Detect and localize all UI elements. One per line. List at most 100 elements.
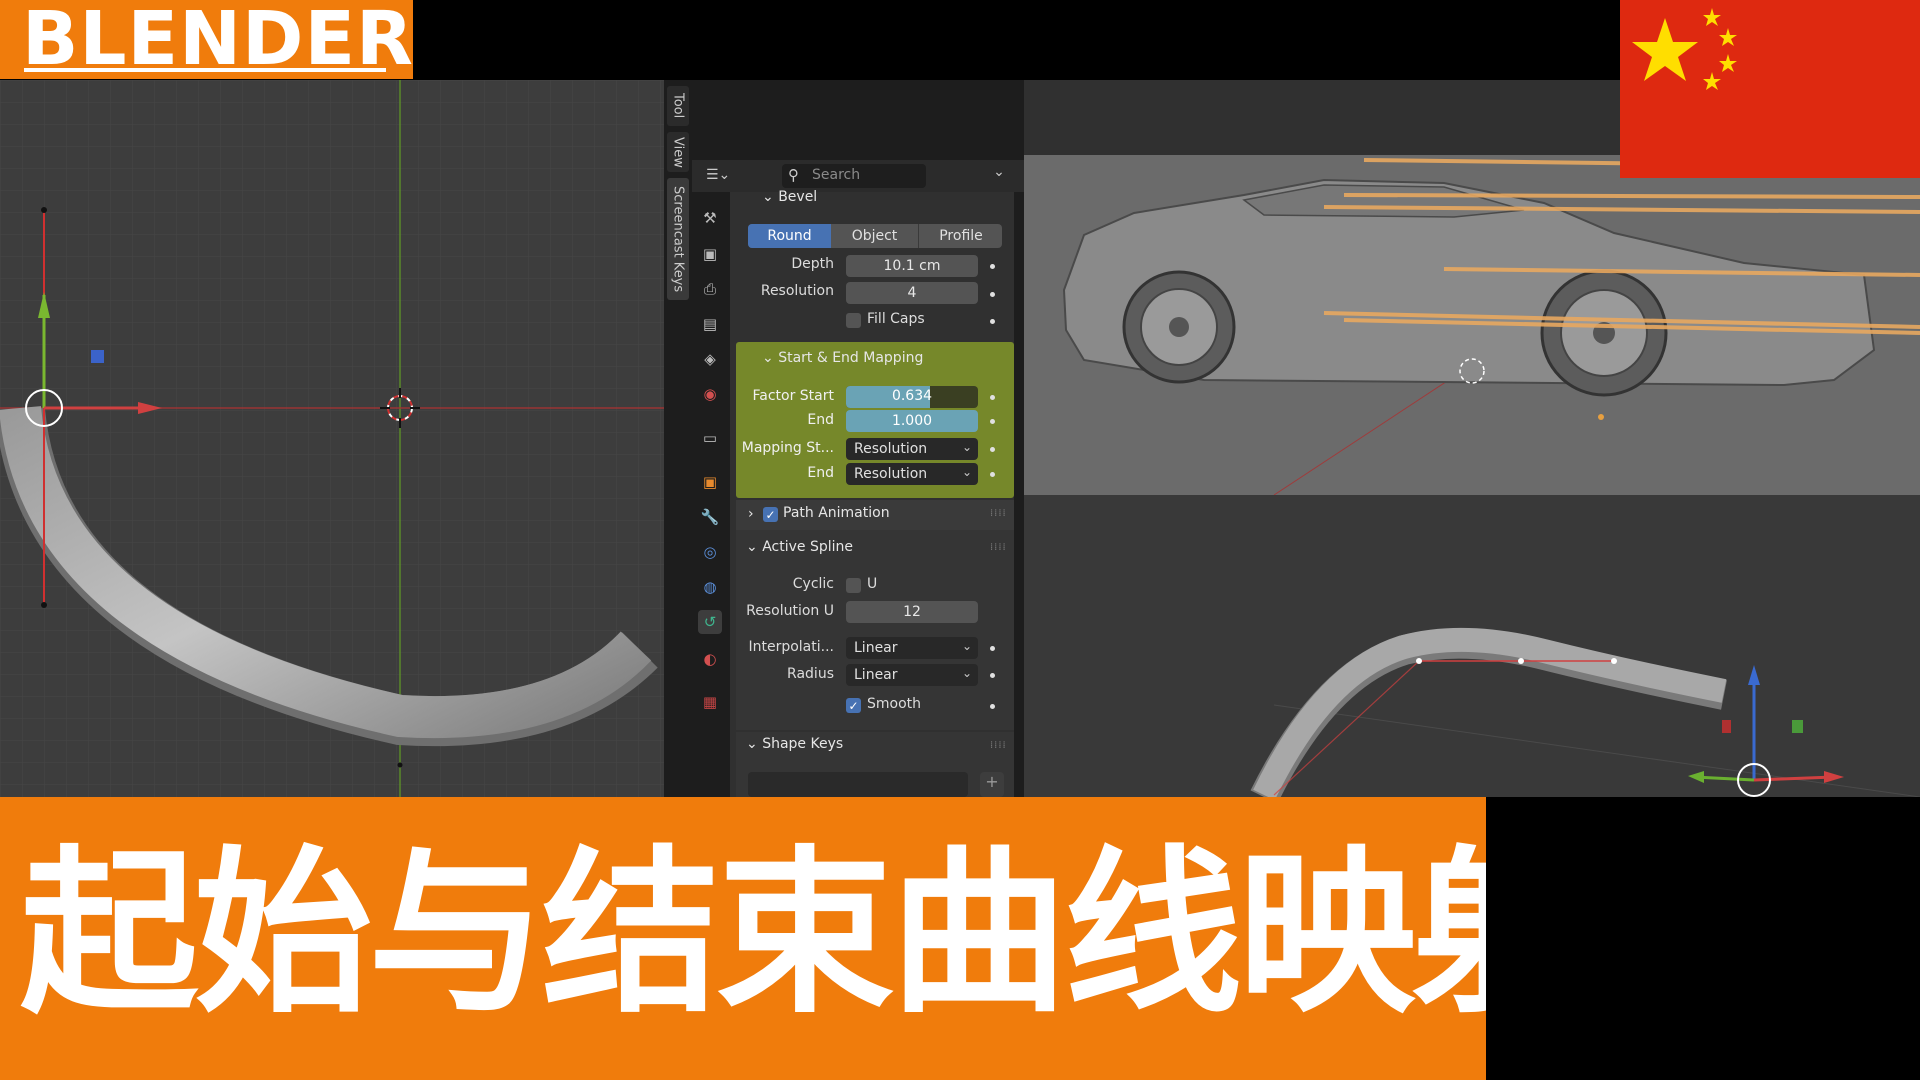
properties-tabs: ⚒ ▣ ⎙ ▤ ◈ ◉ ▭ ▣ 🔧 ◎ ◍ ↺ ◐ ▦ <box>692 192 728 797</box>
chevron-down-icon: ⌄ <box>961 639 972 653</box>
keyframe-dot-icon[interactable] <box>990 264 995 269</box>
keyframe-dot-icon[interactable] <box>990 447 995 452</box>
depth-field[interactable]: 10.1 cm <box>846 255 978 277</box>
start-end-mapping-header[interactable]: ⌄ Start & End Mapping <box>762 350 923 366</box>
interpolation-value: Linear <box>854 640 898 656</box>
mapping-end-value: Resolution <box>854 466 928 482</box>
particles-icon[interactable]: ◎ <box>698 540 722 564</box>
view-layer-icon[interactable]: ▤ <box>698 312 722 336</box>
gizmo-x-handle <box>1722 720 1731 733</box>
curve-data-icon[interactable]: ↺ <box>698 610 722 634</box>
scene-icon[interactable]: ◈ <box>698 347 722 371</box>
material-icon[interactable]: ◐ <box>698 647 722 671</box>
mapping-start-dropdown[interactable]: Resolution ⌄ <box>846 438 978 460</box>
path-animation-label: Path Animation <box>783 505 890 521</box>
keyframe-dot-icon[interactable] <box>990 292 995 297</box>
china-flag <box>1620 0 1920 178</box>
radius-dropdown[interactable]: Linear ⌄ <box>846 664 978 686</box>
curve-3d-viewport[interactable] <box>1024 495 1920 797</box>
chevron-down-icon: ⌄ <box>961 465 972 479</box>
resolution-u-label: Resolution U <box>746 603 834 619</box>
keyframe-dot-icon[interactable] <box>990 704 995 709</box>
render-icon[interactable]: ▣ <box>698 242 722 266</box>
shape-keys-list[interactable] <box>748 772 968 797</box>
chevron-down-icon: ⌄ <box>746 736 763 752</box>
search-field[interactable]: ⚲ Search <box>782 164 926 188</box>
world-icon[interactable]: ◉ <box>698 382 722 406</box>
car-3d-viewport[interactable] <box>1024 155 1920 495</box>
properties-header: ☰⌄ ⚲ Search ⌄ <box>692 160 1024 192</box>
keyframe-dot-icon[interactable] <box>990 472 995 477</box>
factor-end-field[interactable]: 1.000 <box>846 410 978 432</box>
bevel-resolution-field[interactable]: 4 <box>846 282 978 304</box>
bevel-mode-object[interactable]: Object <box>832 224 917 248</box>
output-icon[interactable]: ⎙ <box>698 277 722 301</box>
factor-start-field[interactable]: 0.634 <box>846 386 978 408</box>
bevel-section-header[interactable]: ⌄ Bevel <box>762 189 817 205</box>
mapping-end-label: End <box>807 465 834 481</box>
active-spline-header[interactable]: ⌄ Active Spline <box>746 539 853 555</box>
collection-icon[interactable]: ▭ <box>698 426 722 450</box>
bevel-mode-round[interactable]: Round <box>748 224 831 248</box>
keyframe-dot-icon[interactable] <box>990 673 995 678</box>
keyframe-dot-icon[interactable] <box>990 319 995 324</box>
keyframe-dot-icon[interactable] <box>990 419 995 424</box>
cyclic-label: Cyclic <box>792 576 834 592</box>
keyframe-dot-icon[interactable] <box>990 646 995 651</box>
fill-caps-checkbox[interactable] <box>846 313 861 328</box>
mapping-end-dropdown[interactable]: Resolution ⌄ <box>846 463 978 485</box>
fill-caps-label: Fill Caps <box>867 311 925 327</box>
bevel-resolution-label: Resolution <box>760 283 834 299</box>
sidebar-tabs: Tool View Screencast Keys <box>664 80 692 797</box>
options-dropdown-icon[interactable]: ⌄ <box>988 164 1010 186</box>
bevel-section-label: Bevel <box>778 189 818 205</box>
tool-icon[interactable]: ⚒ <box>698 206 722 230</box>
texture-icon[interactable]: ▦ <box>698 690 722 714</box>
bottom-right-black <box>1486 797 1920 1080</box>
mapping-start-label: Mapping St... <box>741 440 834 456</box>
drag-handle-icon[interactable]: ⁞⁞⁞⁞ <box>990 740 1007 751</box>
video-title: 起始与结束曲线映射 <box>20 830 1590 1037</box>
logo-underline <box>24 68 386 72</box>
factor-start-value: 0.634 <box>891 388 933 404</box>
cyclic-u-checkbox[interactable] <box>846 578 861 593</box>
chevron-down-icon: ⌄ <box>961 666 972 680</box>
add-shape-key-icon[interactable]: + <box>980 772 1004 797</box>
radius-label: Radius <box>787 666 834 682</box>
keyframe-dot-icon[interactable] <box>990 395 995 400</box>
cyclic-u-label: U <box>867 576 878 592</box>
editor-type-icon[interactable]: ☰⌄ <box>706 167 736 185</box>
chevron-down-icon: ⌄ <box>746 539 763 555</box>
depth-label: Depth <box>791 256 834 272</box>
chevron-down-icon: ⌄ <box>762 189 779 205</box>
tab-tool[interactable]: Tool <box>667 86 689 126</box>
path-animation-checkbox[interactable]: ✓ <box>763 507 778 522</box>
bevel-mode-profile[interactable]: Profile <box>918 224 1003 248</box>
tab-screencast-keys[interactable]: Screencast Keys <box>667 178 689 300</box>
interpolation-dropdown[interactable]: Linear ⌄ <box>846 637 978 659</box>
resolution-u-field[interactable]: 12 <box>846 601 978 623</box>
drag-handle-icon[interactable]: ⁞⁞⁞⁞ <box>990 508 1007 519</box>
tab-view[interactable]: View <box>667 132 689 172</box>
object-icon[interactable]: ▣ <box>698 470 722 494</box>
flag-stars <box>1632 8 1737 90</box>
search-icon: ⚲ <box>788 166 799 184</box>
drag-handle-icon[interactable]: ⁞⁞⁞⁞ <box>990 542 1007 553</box>
left-3d-viewport[interactable] <box>0 80 664 797</box>
shape-keys-header[interactable]: ⌄ Shape Keys <box>746 736 843 752</box>
factor-start-label: Factor Start <box>752 388 834 404</box>
left-viewport-canvas <box>0 80 664 797</box>
car-viewport-canvas <box>1024 155 1920 495</box>
chevron-down-icon: ⌄ <box>961 440 972 454</box>
path-animation-expand-icon[interactable]: › <box>748 506 754 522</box>
modifier-wrench-icon[interactable]: 🔧 <box>698 505 722 529</box>
physics-icon[interactable]: ◍ <box>698 575 722 599</box>
shape-keys-label: Shape Keys <box>762 736 844 752</box>
smooth-checkbox[interactable]: ✓ <box>846 698 861 713</box>
radius-value: Linear <box>854 667 898 683</box>
mapping-section-label: Start & End Mapping <box>778 350 924 366</box>
gizmo-z-handle <box>91 350 104 363</box>
factor-end-label: End <box>807 412 834 428</box>
bevel-mode-selector: Round Object Profile <box>748 224 1002 248</box>
gizmo-y-handle <box>1792 720 1803 733</box>
